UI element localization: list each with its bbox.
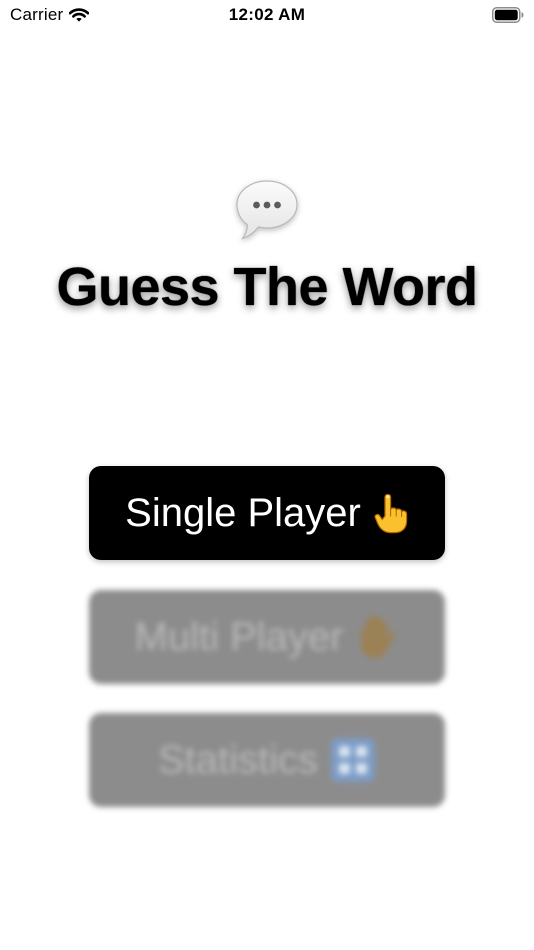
status-time: 12:02 AM	[228, 5, 306, 24]
statistics-button[interactable]: Statistics	[89, 713, 445, 807]
multi-player-label: Multi Player	[134, 615, 344, 659]
numbers-icon	[331, 738, 376, 782]
single-player-button[interactable]: Single Player	[89, 466, 445, 560]
pointing-up-hand-icon	[374, 493, 408, 534]
app-title: Guess The Word	[56, 257, 478, 317]
raised-hand-icon	[361, 615, 396, 658]
multi-player-button[interactable]: Multi Player	[89, 590, 445, 684]
statistics-label: Statistics	[157, 738, 319, 782]
battery-icon	[492, 7, 524, 23]
status-bar: Carrier 12:02 AM	[0, 0, 534, 32]
speech-bubble-icon	[236, 180, 298, 240]
single-player-label: Single Player	[125, 491, 361, 535]
